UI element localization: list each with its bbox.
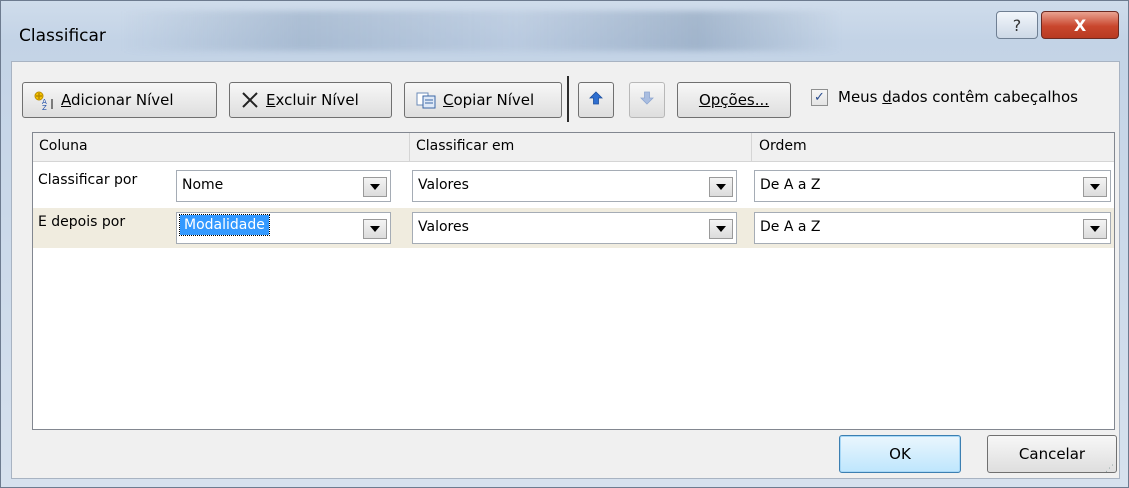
x-icon <box>240 91 260 109</box>
arrow-down-icon <box>640 91 654 109</box>
sort-level-row[interactable]: Classificar por Nome Valores De A a Z <box>33 166 1114 206</box>
column-select[interactable]: Nome <box>176 170 391 202</box>
close-button[interactable]: X <box>1041 11 1119 39</box>
svg-text:Z: Z <box>42 104 47 110</box>
headers-checkbox-group[interactable]: ✓ Meus dados contêm cabeçalhos <box>811 88 1078 106</box>
close-icon: X <box>1073 15 1087 35</box>
headers-checkbox-label: Meus dados contêm cabeçalhos <box>838 88 1078 106</box>
sort-level-row-selected[interactable]: E depois por Modalidade Valores De A a Z <box>33 208 1114 248</box>
sort-on-value: Valores <box>418 219 469 235</box>
options-label: Opções... <box>698 91 770 109</box>
header-column: Coluna <box>39 138 88 154</box>
chevron-down-icon[interactable] <box>709 219 733 239</box>
chevron-down-icon[interactable] <box>363 219 387 239</box>
column-value-wrap: Modalidade <box>179 214 270 236</box>
chevron-down-icon[interactable] <box>1083 219 1107 239</box>
sort-az-add-icon: A Z <box>33 90 55 110</box>
chevron-down-icon[interactable] <box>1083 177 1107 197</box>
header-divider <box>409 133 410 161</box>
move-down-button[interactable] <box>629 82 665 118</box>
delete-level-label: Excluir Nível <box>266 91 359 109</box>
sort-dialog: Classificar ? X A Z Adicionar Nível Excl… <box>0 0 1129 488</box>
cancel-button[interactable]: Cancelar <box>987 435 1117 473</box>
headers-checkbox[interactable]: ✓ <box>811 88 828 106</box>
sort-levels-grid: Coluna Classificar em Ordem Classificar … <box>32 132 1115 430</box>
copy-level-label: Copiar Nível <box>443 91 535 109</box>
column-value: Modalidade <box>179 214 270 236</box>
column-select[interactable]: Modalidade <box>176 212 391 244</box>
add-level-label: Adicionar Nível <box>61 91 174 109</box>
sort-on-select[interactable]: Valores <box>412 170 737 202</box>
header-order: Ordem <box>759 138 807 154</box>
ok-label: OK <box>889 445 911 463</box>
header-divider <box>751 133 752 161</box>
copy-level-button[interactable]: Copiar Nível <box>404 82 562 118</box>
column-value: Nome <box>182 177 224 193</box>
order-value: De A a Z <box>760 219 821 235</box>
help-button[interactable]: ? <box>996 11 1038 39</box>
help-icon: ? <box>1012 15 1022 35</box>
check-icon: ✓ <box>814 89 825 105</box>
row-label: Classificar por <box>38 172 138 188</box>
move-up-button[interactable] <box>578 82 614 118</box>
header-sort-on: Classificar em <box>416 138 515 154</box>
sort-on-value: Valores <box>418 177 469 193</box>
add-level-button[interactable]: A Z Adicionar Nível <box>22 82 217 118</box>
background-blur <box>121 11 841 51</box>
order-value: De A a Z <box>760 177 821 193</box>
options-button[interactable]: Opções... <box>677 82 791 118</box>
title-bar[interactable]: Classificar ? X <box>1 1 1128 57</box>
ok-button[interactable]: OK <box>839 435 961 473</box>
chevron-down-icon[interactable] <box>363 177 387 197</box>
dialog-title: Classificar <box>19 26 106 46</box>
chevron-down-icon[interactable] <box>709 177 733 197</box>
copy-icon <box>415 91 437 109</box>
row-label: E depois por <box>38 214 126 230</box>
dialog-body: A Z Adicionar Nível Excluir Nível Copiar… <box>11 61 1120 479</box>
cancel-label: Cancelar <box>1018 445 1086 463</box>
grid-header: Coluna Classificar em Ordem <box>33 133 1114 162</box>
resize-grip-icon[interactable]: ⋰ <box>1105 464 1117 476</box>
toolbar-separator <box>567 76 569 122</box>
order-select[interactable]: De A a Z <box>754 212 1111 244</box>
delete-level-button[interactable]: Excluir Nível <box>229 82 392 118</box>
sort-on-select[interactable]: Valores <box>412 212 737 244</box>
arrow-up-icon <box>589 91 603 109</box>
order-select[interactable]: De A a Z <box>754 170 1111 202</box>
